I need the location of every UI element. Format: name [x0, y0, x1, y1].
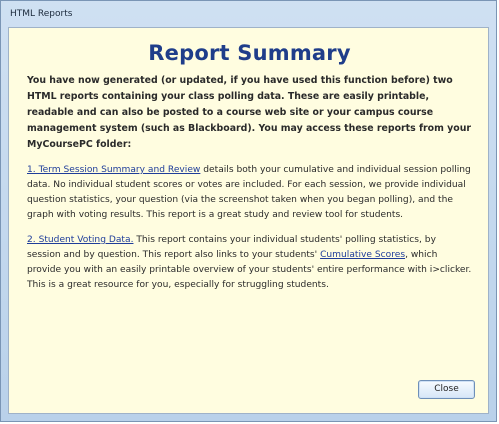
term-session-summary-link[interactable]: 1. Term Session Summary and Review — [27, 165, 200, 175]
section-term-summary: 1. Term Session Summary and Review detai… — [27, 163, 472, 223]
cumulative-scores-link[interactable]: Cumulative Scores — [320, 250, 405, 260]
page-title: Report Summary — [148, 41, 351, 65]
window-titlebar[interactable]: HTML Reports — [1, 1, 496, 27]
student-voting-data-link[interactable]: 2. Student Voting Data. — [27, 235, 133, 245]
report-summary-panel: Report Summary You have now generated (o… — [8, 27, 489, 414]
intro-text: You have now generated (or updated, if y… — [27, 75, 471, 150]
section-student-voting: 2. Student Voting Data. This report cont… — [27, 233, 472, 293]
close-button[interactable]: Close — [418, 380, 475, 399]
window-title: HTML Reports — [10, 9, 73, 19]
dialog-window: HTML Reports Report Summary You have now… — [0, 0, 497, 422]
